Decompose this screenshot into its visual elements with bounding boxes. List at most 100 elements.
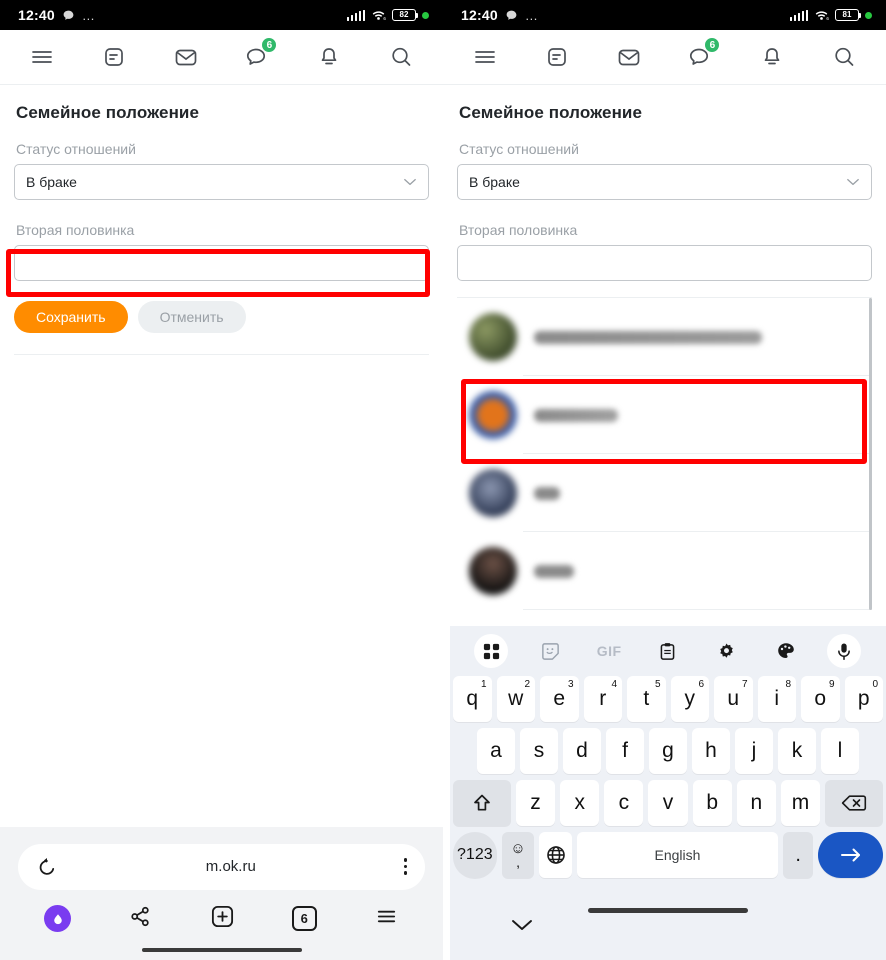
right-phone-screen: 12:40 … 6 81 6 Семейное положение Статус… (443, 0, 886, 960)
dual-screenshot-comparison: 12:40 … 6 82 6 Семейное положение Статус… (0, 0, 886, 960)
list-item[interactable] (457, 376, 872, 454)
feed-icon[interactable] (535, 35, 579, 79)
status-bar-overflow: … (81, 7, 96, 23)
list-item[interactable] (457, 532, 872, 610)
key-n[interactable]: n (736, 780, 776, 826)
key-f[interactable]: f (606, 728, 644, 774)
tabs-button[interactable]: 6 (291, 906, 317, 931)
new-tab-button[interactable] (210, 904, 235, 934)
key-i[interactable]: i8 (757, 676, 796, 722)
key-o[interactable]: o9 (801, 676, 840, 722)
list-item-label (534, 408, 618, 422)
key-k[interactable]: k (778, 728, 816, 774)
cellular-signal-icon (347, 9, 365, 21)
list-item[interactable] (457, 298, 872, 376)
chevron-down-icon (847, 178, 859, 186)
messages-icon[interactable]: 6 (235, 35, 279, 79)
spacebar[interactable]: English (577, 832, 778, 878)
microphone-icon[interactable] (827, 634, 862, 668)
menu-icon[interactable] (463, 35, 507, 79)
key-h[interactable]: h (692, 728, 730, 774)
share-button[interactable] (128, 904, 153, 934)
relationship-status-select[interactable]: В браке (457, 164, 872, 200)
notifications-icon[interactable] (307, 35, 351, 79)
notifications-icon[interactable] (750, 35, 794, 79)
key-z[interactable]: z (515, 780, 556, 826)
reload-icon[interactable] (36, 856, 58, 878)
relationship-status-select[interactable]: В браке (14, 164, 429, 200)
partner-input[interactable] (457, 245, 872, 281)
key-j[interactable]: j (735, 728, 773, 774)
key-d[interactable]: d (563, 728, 601, 774)
key-m[interactable]: m (780, 780, 821, 826)
key-q[interactable]: q1 (453, 676, 492, 722)
list-item[interactable] (457, 454, 872, 532)
kebab-menu-icon[interactable] (403, 858, 407, 875)
keyboard-row-1: q1 w2 e3 r4 t5 y6 u7 i8 o9 p0 (450, 676, 886, 728)
collapse-keyboard-icon[interactable] (510, 918, 534, 937)
search-icon[interactable] (822, 35, 866, 79)
theme-palette-icon[interactable] (769, 634, 803, 668)
key-v[interactable]: v (648, 780, 688, 826)
form-actions: Сохранить Отменить (14, 301, 429, 333)
key-a[interactable]: a (477, 728, 515, 774)
save-button[interactable]: Сохранить (14, 301, 128, 333)
key-b[interactable]: b (692, 780, 732, 826)
enter-arrow-icon[interactable] (818, 832, 883, 878)
settings-gear-icon[interactable] (710, 634, 744, 668)
key-c[interactable]: c (604, 780, 644, 826)
shift-icon[interactable] (453, 780, 511, 826)
recording-indicator-dot (422, 11, 429, 19)
svg-text:6: 6 (826, 16, 829, 21)
browser-url-bar[interactable]: m.ok.ru (18, 843, 425, 890)
key-t[interactable]: t5 (627, 676, 666, 722)
language-globe-icon[interactable] (539, 832, 573, 878)
home-indicator (588, 908, 748, 913)
dropdown-scrollbar[interactable] (869, 298, 872, 610)
menu-icon[interactable] (20, 35, 64, 79)
period-key[interactable]: . (782, 832, 814, 878)
list-item-label (534, 330, 762, 344)
chevron-down-icon (404, 178, 416, 186)
browser-menu-button[interactable] (374, 904, 399, 934)
symbols-key[interactable]: ?123 (453, 832, 497, 878)
keyboard-footer (450, 908, 886, 960)
browser-bottom-bar: m.ok.ru 6 (0, 826, 443, 960)
gif-icon[interactable]: GIF (592, 634, 626, 668)
partner-label: Вторая половинка (16, 222, 135, 238)
key-w[interactable]: w2 (496, 676, 535, 722)
search-icon[interactable] (379, 35, 423, 79)
partner-input[interactable] (14, 245, 429, 281)
list-item-label (534, 564, 574, 578)
key-p[interactable]: p0 (844, 676, 883, 722)
key-s[interactable]: s (520, 728, 558, 774)
mail-icon[interactable] (607, 35, 651, 79)
messages-icon[interactable]: 6 (678, 35, 722, 79)
relationship-status-label: Статус отношений (16, 141, 136, 157)
key-r[interactable]: r4 (583, 676, 622, 722)
key-u[interactable]: u7 (714, 676, 753, 722)
sticker-icon[interactable] (533, 634, 567, 668)
status-bar: 12:40 … 6 81 (443, 0, 886, 30)
clipboard-icon[interactable] (651, 634, 685, 668)
key-g[interactable]: g (649, 728, 687, 774)
keyboard-grid-icon[interactable] (474, 634, 509, 668)
status-bar-overflow: … (524, 7, 539, 23)
cancel-button[interactable]: Отменить (137, 301, 246, 333)
feed-icon[interactable] (92, 35, 136, 79)
mail-icon[interactable] (164, 35, 208, 79)
emoji-comma-key[interactable]: ☺ , (501, 832, 535, 878)
key-e[interactable]: e3 (540, 676, 579, 722)
alice-assistant-button[interactable] (44, 905, 72, 932)
browser-nav-row: 6 (0, 890, 443, 948)
key-l[interactable]: l (821, 728, 859, 774)
key-x[interactable]: x (560, 780, 600, 826)
backspace-icon[interactable] (825, 780, 883, 826)
wifi-icon: 6 (372, 11, 386, 21)
key-y[interactable]: y6 (670, 676, 709, 722)
page-title: Семейное положение (16, 103, 200, 122)
battery-icon: 82 (392, 8, 419, 22)
app-top-navigation: 6 (443, 30, 886, 85)
profile-form: Семейное положение Статус отношений В бр… (443, 85, 886, 281)
battery-level-label: 82 (399, 10, 409, 19)
